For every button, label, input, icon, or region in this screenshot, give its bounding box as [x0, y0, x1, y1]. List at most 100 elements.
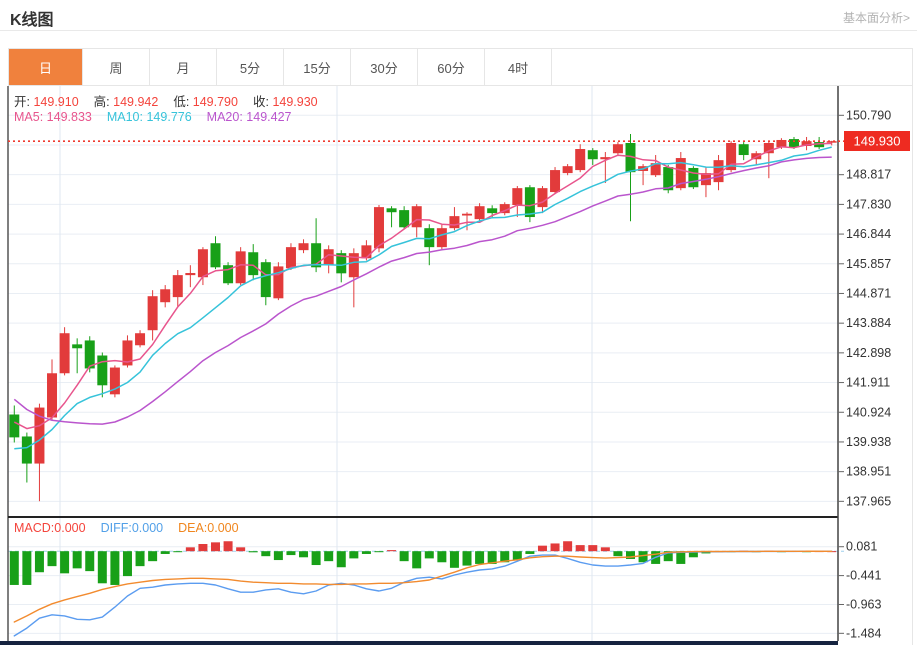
macd-bar: [424, 551, 434, 559]
axis-tick-label: -0.963: [846, 597, 881, 611]
close-label: 收:: [252, 95, 269, 109]
macd-bar: [47, 551, 57, 567]
axis-tick-label: 0.081: [846, 540, 877, 554]
candle-body: [210, 243, 221, 268]
axis-tick-label: 140.924: [846, 405, 891, 419]
current-price-badge-text: 149.930: [854, 134, 901, 149]
ma5-line: [13, 142, 832, 430]
macd-bar: [475, 551, 485, 564]
macd-bar: [575, 545, 585, 552]
macd-bar: [550, 543, 560, 552]
axis-tick-label: -0.441: [846, 569, 881, 583]
axis-tick-label: 138.951: [846, 465, 891, 479]
candle-body: [260, 262, 271, 298]
candle-body: [788, 139, 799, 148]
candle-body: [235, 251, 246, 284]
axis-tick-label: 143.884: [846, 316, 891, 330]
macd-bar: [588, 545, 598, 552]
candle-body: [197, 249, 208, 278]
macd-bar: [361, 551, 371, 554]
macd-bar: [148, 551, 158, 562]
axis-tick-label: 148.817: [846, 168, 891, 182]
ma5-value: 149.833: [46, 110, 92, 124]
macd-bar: [336, 551, 346, 568]
candle-body: [575, 149, 586, 171]
low-value: 149.790: [192, 95, 238, 109]
ma20-value: 149.427: [246, 110, 292, 124]
candle-body: [135, 333, 146, 346]
close-value: 149.930: [272, 95, 318, 109]
axis-tick-label: 139.938: [846, 435, 891, 449]
candle-body: [587, 150, 598, 160]
macd-bar: [160, 551, 170, 554]
candle-body: [298, 243, 309, 251]
macd-bar: [449, 551, 459, 568]
macd-bar: [273, 551, 283, 561]
macd-bar: [299, 551, 309, 558]
macd-bar: [173, 551, 183, 553]
macd-bar: [437, 551, 447, 563]
axis-tick-label: 145.857: [846, 257, 891, 271]
candle-body: [185, 273, 196, 276]
macd-bar: [387, 550, 397, 552]
open-value: 149.910: [33, 95, 79, 109]
macd-value: 0.000: [54, 521, 86, 535]
macd-label: MACD:: [14, 521, 55, 535]
candle-body: [436, 228, 447, 248]
macd-bar: [563, 541, 573, 552]
macd-bar: [248, 551, 258, 553]
kline-widget: K线图 基本面分析> 日 周 月 5分 15分 30分 60分 4时 150.7…: [0, 0, 917, 645]
ohlc-legend: 开: 149.910 高: 149.942 低: 149.790 收: 149.…: [14, 91, 318, 110]
macd-bar: [399, 551, 409, 562]
candlesticks[interactable]: [9, 133, 837, 502]
macd-bar: [638, 551, 648, 563]
axis-tick-label: 144.871: [846, 286, 891, 300]
candle-body: [512, 188, 523, 205]
candle-body: [373, 207, 384, 249]
axis-tick-label: 137.965: [846, 494, 891, 508]
candle-body: [172, 275, 183, 298]
macd-bar: [462, 551, 472, 566]
candle-body: [738, 144, 749, 156]
axis-tick-label: -1.484: [846, 626, 881, 640]
axis-tick-label: 142.898: [846, 346, 891, 360]
candle-body: [285, 247, 296, 269]
open-label: 开:: [14, 95, 30, 109]
candle-body: [612, 144, 623, 154]
macd-bar: [110, 551, 120, 585]
ma-legend: MA5: 149.833 MA10: 149.776 MA20: 149.427: [14, 110, 291, 124]
axis-tick-label: 146.844: [846, 227, 891, 241]
candle-body: [462, 213, 473, 216]
dea-value: 0.000: [207, 521, 239, 535]
macd-bar: [374, 551, 384, 553]
macd-bar: [613, 551, 623, 557]
date-axis-bar: [0, 641, 838, 645]
macd-bar: [198, 544, 208, 552]
macd-bar: [349, 551, 359, 559]
macd-bar: [135, 551, 145, 567]
macd-bar: [324, 551, 334, 562]
macd-bar: [537, 545, 547, 552]
macd-bar: [236, 547, 246, 552]
candle-body: [160, 289, 171, 303]
candle-body: [248, 252, 259, 276]
macd-bar: [60, 551, 70, 574]
macd-bar: [97, 551, 107, 584]
gridlines: [8, 86, 838, 641]
diff-value: 0.000: [131, 521, 164, 535]
candle-body: [97, 355, 108, 386]
macd-bar: [525, 551, 535, 554]
candle-body: [47, 373, 58, 418]
macd-bar: [600, 547, 610, 552]
candle-body: [411, 206, 422, 228]
ma5-label: MA5:: [14, 110, 44, 124]
macd-bar: [286, 551, 296, 556]
candle-body: [72, 344, 83, 349]
low-label: 低:: [173, 95, 190, 109]
high-label: 高:: [93, 95, 110, 109]
ma10-label: MA10:: [106, 110, 143, 124]
high-value: 149.942: [113, 95, 159, 109]
candle-body: [487, 208, 498, 214]
candle-body: [449, 216, 460, 229]
macd-bar: [34, 551, 44, 573]
